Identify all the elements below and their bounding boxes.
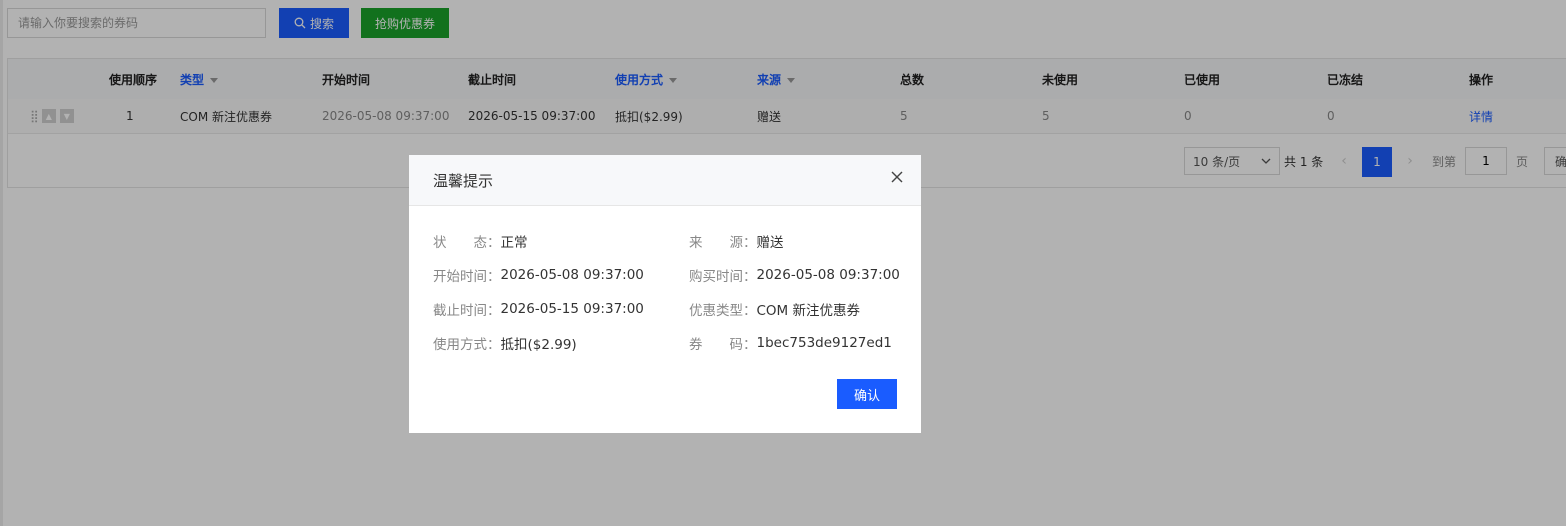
usage-label: 使用方式： [433, 337, 501, 353]
source-label: 来 源： [689, 235, 757, 251]
field-coupon-code: 券 码： 1bec753de9127ed1 [689, 333, 892, 353]
field-status: 状 态： 正常 [433, 231, 528, 251]
start-time-value: 2026-05-08 09:37:00 [500, 267, 644, 283]
status-label: 状 态： [433, 235, 501, 251]
field-end-time: 截止时间： 2026-05-15 09:37:00 [433, 299, 644, 319]
buy-time-label: 购买时间： [689, 269, 757, 285]
coupon-type-label: 优惠类型： [689, 303, 757, 319]
dialog-header: 温馨提示 [409, 155, 921, 206]
close-icon[interactable] [887, 167, 907, 187]
field-start-time: 开始时间： 2026-05-08 09:37:00 [433, 265, 644, 285]
field-usage: 使用方式： 抵扣($2.99) [433, 333, 577, 353]
source-value: 赠送 [756, 235, 784, 251]
coupon-code-label: 券 码： [689, 337, 757, 353]
end-time-label: 截止时间： [433, 303, 501, 319]
status-value: 正常 [500, 235, 528, 251]
dialog-title: 温馨提示 [433, 171, 494, 190]
usage-value: 抵扣($2.99) [500, 337, 577, 353]
info-dialog: 温馨提示 状 态： 正常 来 源： 赠送 开始时间： 2026-05-08 09… [409, 155, 921, 433]
start-time-label: 开始时间： [433, 269, 501, 285]
end-time-value: 2026-05-15 09:37:00 [500, 301, 644, 317]
confirm-button[interactable]: 确认 [837, 379, 897, 409]
field-buy-time: 购买时间： 2026-05-08 09:37:00 [689, 265, 900, 285]
coupon-type-value: COM 新注优惠券 [756, 303, 861, 319]
buy-time-value: 2026-05-08 09:37:00 [756, 267, 900, 283]
field-source: 来 源： 赠送 [689, 231, 784, 251]
coupon-code-value: 1bec753de9127ed1 [756, 335, 892, 351]
field-coupon-type: 优惠类型： COM 新注优惠券 [689, 299, 860, 319]
